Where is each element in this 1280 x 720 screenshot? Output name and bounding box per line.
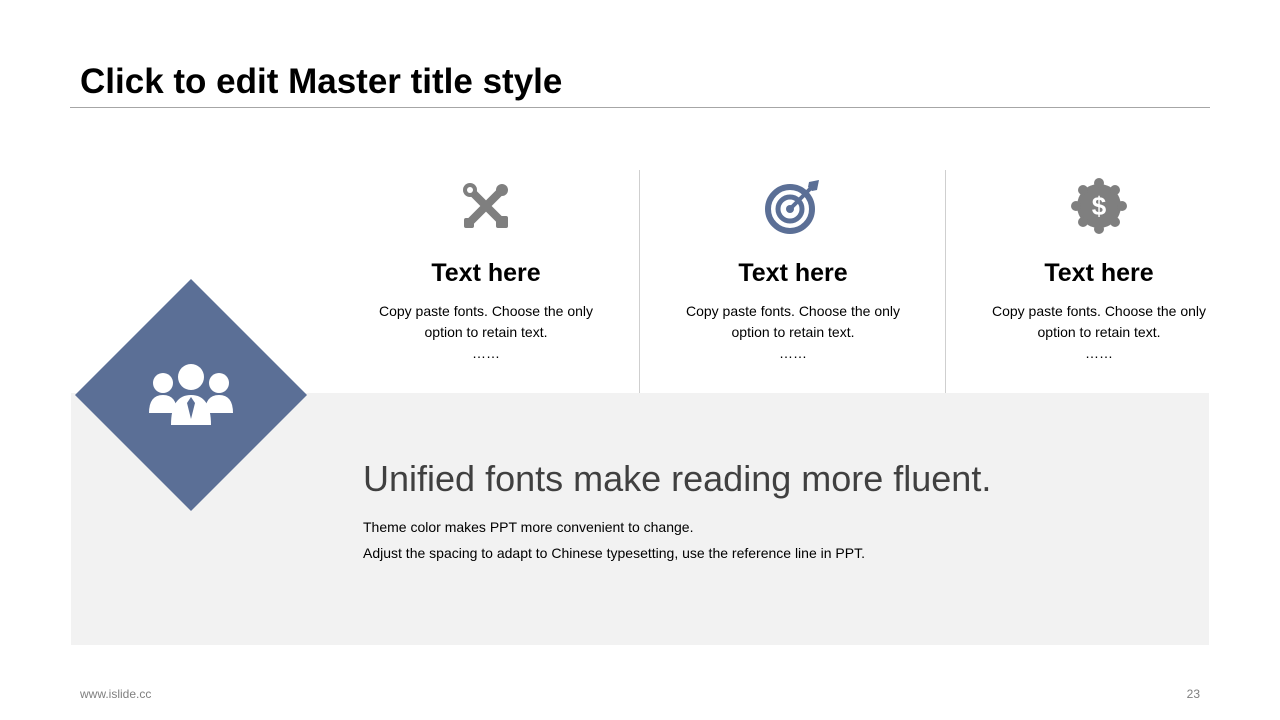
feature-heading: Text here	[431, 259, 541, 287]
slide-title: Click to edit Master title style	[80, 62, 563, 101]
feature-column-1: Text here Copy paste fonts. Choose the o…	[333, 170, 639, 393]
feature-body: Copy paste fonts. Choose the only option…	[685, 303, 901, 340]
feature-body: Copy paste fonts. Choose the only option…	[991, 303, 1207, 340]
band-headline: Unified fonts make reading more fluent.	[363, 458, 992, 499]
tools-wrench-hammer-icon	[458, 178, 514, 234]
title-divider	[70, 107, 1210, 108]
svg-text:$: $	[1092, 191, 1107, 221]
feature-ellipsis: ……	[1085, 345, 1113, 361]
feature-ellipsis: ……	[779, 345, 807, 361]
feature-column-3: $ Text here Copy paste fonts. Choose the…	[945, 170, 1252, 393]
band-line-1: Theme color makes PPT more convenient to…	[363, 519, 694, 535]
team-diamond	[75, 279, 307, 511]
team-diamond-shape	[75, 279, 307, 511]
dollar-badge-icon: $	[1071, 178, 1127, 234]
footer-url: www.islide.cc	[80, 687, 152, 701]
page-number: 23	[1186, 687, 1200, 701]
feature-ellipsis: ……	[472, 345, 500, 361]
feature-heading: Text here	[1044, 259, 1154, 287]
feature-body: Copy paste fonts. Choose the only option…	[378, 303, 594, 340]
feature-heading: Text here	[738, 259, 848, 287]
band-line-2: Adjust the spacing to adapt to Chinese t…	[363, 545, 865, 561]
feature-column-2: Text here Copy paste fonts. Choose the o…	[639, 170, 946, 393]
target-icon	[765, 178, 821, 234]
